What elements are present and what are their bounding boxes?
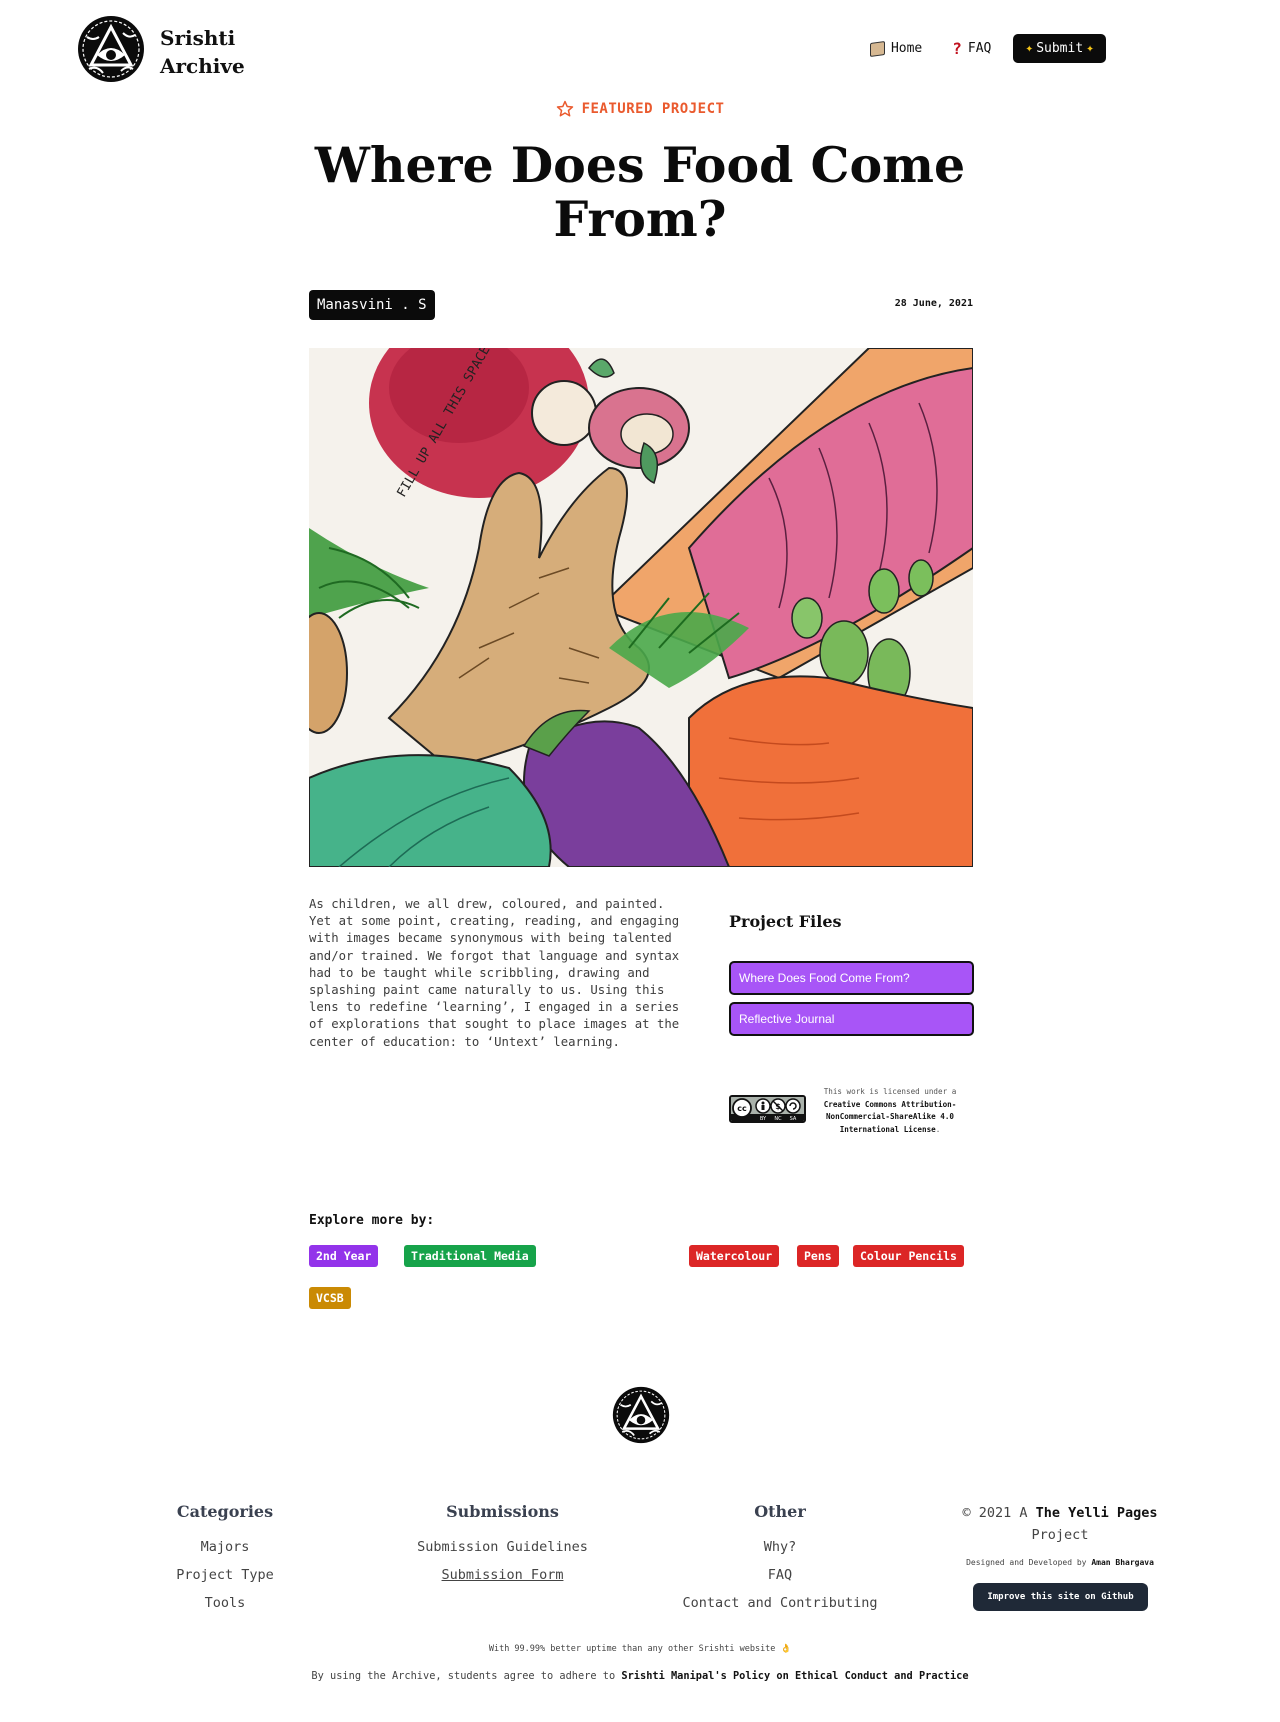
main-nav: Home ? FAQ ✦ Submit ✦ — [862, 34, 1106, 63]
project-files-title: Project Files — [729, 912, 842, 931]
file-link-reflective-journal[interactable]: Reflective Journal — [729, 1002, 974, 1036]
footer-submissions-title: Submissions — [446, 1502, 559, 1521]
question-icon: ? — [952, 39, 962, 58]
nav-faq-link[interactable]: ? FAQ — [944, 35, 999, 62]
nc-icon: NC — [774, 1116, 782, 1121]
designed-prefix: Designed and Developed by — [966, 1558, 1087, 1567]
github-button[interactable]: Improve this site on Github — [973, 1583, 1148, 1611]
footer-other: Other Why? FAQ Contact and Contributing — [670, 1502, 890, 1617]
tag-2nd-year[interactable]: 2nd Year — [309, 1245, 379, 1267]
tag-traditional-media[interactable]: Traditional Media — [404, 1245, 536, 1267]
footer-other-title: Other — [754, 1502, 806, 1521]
by-icon: BY — [760, 1116, 767, 1121]
sparkle-icon: ✦ — [1025, 41, 1034, 56]
cc-icon: cc — [737, 1104, 747, 1113]
nav-home-label: Home — [890, 41, 923, 56]
tag-pens[interactable]: Pens — [797, 1245, 839, 1267]
featured-label: FEATURED PROJECT — [0, 100, 1280, 118]
tag-watercolour[interactable]: Watercolour — [689, 1245, 780, 1267]
footer-link-faq[interactable]: FAQ — [670, 1561, 890, 1589]
ok-hand-icon: 👌 — [780, 1644, 792, 1654]
box-icon — [869, 40, 885, 57]
featured-text: FEATURED PROJECT — [581, 101, 725, 117]
footer-link-submission-guidelines[interactable]: Submission Guidelines — [400, 1533, 605, 1561]
tag-vcsb[interactable]: VCSB — [309, 1287, 351, 1309]
footer-link-submission-form[interactable]: Submission Form — [400, 1561, 605, 1589]
file-link-project[interactable]: Where Does Food Come From? — [729, 961, 974, 995]
footer-copyright: © 2021 A The Yelli Pages Project — [940, 1502, 1180, 1546]
brand-line-1: Srishti — [160, 26, 236, 50]
footer-link-majors[interactable]: Majors — [150, 1533, 300, 1561]
designer-link[interactable]: Aman Bhargava — [1091, 1558, 1154, 1567]
footer-link-why[interactable]: Why? — [670, 1533, 890, 1561]
nav-faq-label: FAQ — [967, 41, 992, 56]
footer-logo[interactable] — [612, 1386, 670, 1444]
project-date: 28 June, 2021 — [894, 298, 973, 309]
uptime-note: With 99.99% better uptime than any other… — [0, 1644, 1280, 1654]
footer-categories-title: Categories — [176, 1502, 274, 1521]
license-intro: This work is licensed under a — [823, 1087, 957, 1096]
footer-categories: Categories Majors Project Type Tools — [150, 1502, 300, 1617]
license-text: This work is licensed under a Creative C… — [815, 1086, 965, 1136]
footer-submissions: Submissions Submission Guidelines Submis… — [400, 1502, 605, 1589]
footer-link-contact[interactable]: Contact and Contributing — [670, 1589, 890, 1617]
footer-designed-by: Designed and Developed by Aman Bhargava — [940, 1558, 1180, 1567]
cc-license-badge[interactable]: cc $ BY NC SA — [729, 1095, 806, 1123]
uptime-text: With 99.99% better uptime than any other… — [488, 1644, 776, 1654]
project-description: As children, we all drew, coloured, and … — [309, 897, 680, 1049]
project-cover-image[interactable]: FILL UP ALL THIS SPACE WITH SOS — [309, 348, 973, 867]
srishti-logo[interactable] — [77, 15, 145, 83]
footer-link-project-type[interactable]: Project Type — [150, 1561, 300, 1589]
policy-prefix: By using the Archive, students agree to … — [311, 1670, 616, 1682]
brand-name[interactable]: Srishti Archive — [160, 24, 245, 80]
yelli-pages-link[interactable]: The Yelli Pages — [1036, 1505, 1158, 1521]
sparkle-icon: ✦ — [1086, 41, 1094, 56]
explore-title: Explore more by: — [309, 1213, 435, 1228]
footer-link-tools[interactable]: Tools — [150, 1589, 300, 1617]
copyright-suffix: Project — [1031, 1527, 1089, 1543]
brand-line-2: Archive — [160, 54, 245, 78]
project-title: Where Does Food Come From? — [314, 136, 966, 248]
policy-note: By using the Archive, students agree to … — [0, 1670, 1280, 1682]
license-end: . — [935, 1124, 941, 1134]
submit-button[interactable]: ✦ Submit ✦ — [1013, 34, 1106, 63]
policy-link[interactable]: Srishti Manipal's Policy on Ethical Cond… — [621, 1670, 968, 1682]
sa-icon: SA — [790, 1116, 797, 1121]
star-icon — [556, 100, 573, 117]
copyright-prefix: © 2021 A — [962, 1505, 1028, 1521]
submit-label: Submit — [1036, 41, 1084, 56]
tag-colour-pencils[interactable]: Colour Pencils — [853, 1245, 964, 1267]
nav-home-link[interactable]: Home — [862, 37, 930, 60]
author-badge[interactable]: Manasvini . S — [309, 290, 435, 320]
